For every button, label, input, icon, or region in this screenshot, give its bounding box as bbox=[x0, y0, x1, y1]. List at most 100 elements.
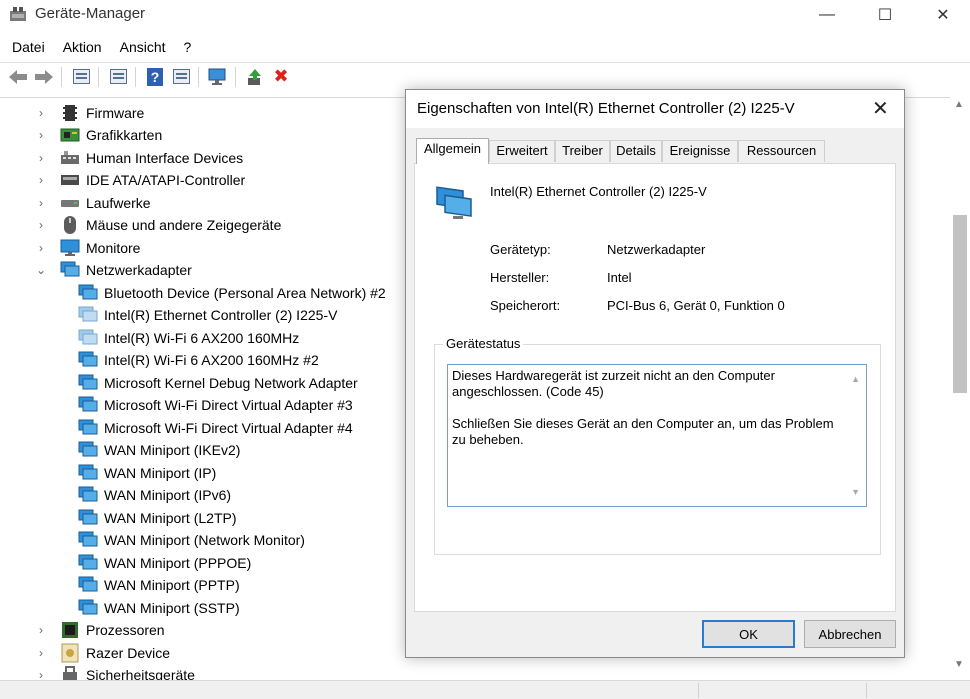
chevron-right-icon[interactable]: › bbox=[34, 646, 48, 660]
chevron-right-icon[interactable]: › bbox=[34, 218, 48, 232]
dialog-title-bar: Eigenschaften von Intel(R) Ethernet Cont… bbox=[406, 90, 904, 128]
tree-device-item[interactable]: Intel(R) Wi-Fi 6 AX200 160MHz bbox=[78, 327, 299, 349]
properties-view-icon bbox=[72, 69, 90, 84]
network-device-icon bbox=[78, 396, 98, 414]
menu-help[interactable]: ? bbox=[175, 36, 201, 58]
enable-device-button[interactable] bbox=[244, 67, 266, 87]
device-type-label: Gerätetyp: bbox=[490, 242, 551, 257]
tree-category-drives[interactable]: › Laufwerke bbox=[34, 192, 151, 214]
drive-icon bbox=[60, 194, 80, 212]
device-status-textbox[interactable]: Dieses Hardwaregerät ist zurzeit nicht a… bbox=[447, 364, 867, 507]
device-manager-window: Geräte-Manager — ☐ ✕ Datei Aktion Ansich… bbox=[0, 0, 970, 699]
tree-category-ide[interactable]: › IDE ATA/ATAPI-Controller bbox=[34, 169, 245, 191]
tab-general[interactable]: Allgemein bbox=[416, 138, 489, 164]
hid-icon bbox=[60, 149, 80, 167]
chevron-right-icon[interactable]: › bbox=[34, 106, 48, 120]
tree-device-item[interactable]: WAN Miniport (IKEv2) bbox=[78, 439, 240, 461]
tree-device-item[interactable]: WAN Miniport (SSTP) bbox=[78, 597, 240, 619]
ok-button[interactable]: OK bbox=[702, 620, 795, 648]
tree-category-mice[interactable]: › Mäuse und andere Zeigegeräte bbox=[34, 214, 281, 236]
tree-device-item[interactable]: Bluetooth Device (Personal Area Network)… bbox=[78, 282, 386, 304]
tree-device-item[interactable]: WAN Miniport (IPv6) bbox=[78, 484, 231, 506]
menu-view[interactable]: Ansicht bbox=[111, 36, 175, 58]
textbox-scroll-up-icon[interactable]: ▲ bbox=[851, 371, 860, 387]
chevron-right-icon[interactable]: › bbox=[34, 151, 48, 165]
tree-category-monitors[interactable]: › Monitore bbox=[34, 237, 140, 259]
uninstall-device-button[interactable]: ✖ bbox=[270, 66, 292, 87]
title-bar: Geräte-Manager — ☐ ✕ bbox=[0, 0, 970, 30]
processor-icon bbox=[60, 621, 80, 639]
chevron-right-icon[interactable]: › bbox=[34, 668, 48, 680]
tree-category-label: Sicherheitsgeräte bbox=[86, 667, 195, 680]
general-tab-panel: Intel(R) Ethernet Controller (2) I225-V … bbox=[414, 163, 896, 612]
chevron-right-icon[interactable]: › bbox=[34, 128, 48, 142]
tree-device-item[interactable]: Microsoft Kernel Debug Network Adapter bbox=[78, 372, 358, 394]
chevron-right-icon[interactable]: › bbox=[34, 196, 48, 210]
chevron-right-icon[interactable]: › bbox=[34, 173, 48, 187]
dialog-close-button[interactable]: ✕ bbox=[872, 96, 889, 121]
tree-category-processors[interactable]: › Prozessoren bbox=[34, 619, 165, 641]
scroll-up-icon[interactable]: ▲ bbox=[954, 99, 964, 110]
tab-details[interactable]: Details bbox=[610, 140, 662, 162]
location-value: PCI-Bus 6, Gerät 0, Funktion 0 bbox=[607, 298, 785, 313]
chevron-down-icon[interactable]: ⌄ bbox=[34, 263, 48, 277]
show-hide-console-tree-button[interactable] bbox=[70, 67, 92, 87]
close-button[interactable]: ✕ bbox=[920, 0, 966, 30]
tab-driver[interactable]: Treiber bbox=[555, 140, 610, 162]
tree-device-item[interactable]: WAN Miniport (PPPOE) bbox=[78, 552, 251, 574]
device-type-value: Netzwerkadapter bbox=[607, 242, 706, 257]
maximize-button[interactable]: ☐ bbox=[862, 0, 908, 30]
tree-device-item[interactable]: WAN Miniport (L2TP) bbox=[78, 507, 237, 529]
tree-device-label: WAN Miniport (L2TP) bbox=[104, 510, 237, 526]
tree-category-hid[interactable]: › Human Interface Devices bbox=[34, 147, 243, 169]
properties-button[interactable] bbox=[107, 67, 129, 87]
chevron-right-icon[interactable]: › bbox=[34, 241, 48, 255]
scroll-down-icon[interactable]: ▼ bbox=[954, 659, 964, 670]
minimize-button[interactable]: — bbox=[804, 0, 850, 30]
forward-button[interactable] bbox=[33, 67, 55, 87]
tree-device-item[interactable]: Intel(R) Ethernet Controller (2) I225-V bbox=[78, 304, 337, 326]
status-separator bbox=[698, 683, 699, 698]
tree-device-item[interactable]: WAN Miniport (IP) bbox=[78, 462, 216, 484]
manufacturer-label: Hersteller: bbox=[490, 270, 550, 285]
network-device-icon bbox=[78, 576, 98, 594]
tree-category-graphics[interactable]: › Grafikkarten bbox=[34, 124, 162, 146]
scan-hardware-icon bbox=[208, 68, 226, 85]
cancel-button[interactable]: Abbrechen bbox=[804, 620, 896, 648]
tree-category-razer[interactable]: › Razer Device bbox=[34, 642, 170, 664]
tree-device-label: Microsoft Kernel Debug Network Adapter bbox=[104, 375, 358, 391]
tab-advanced[interactable]: Erweitert bbox=[489, 140, 555, 162]
update-driver-icon bbox=[172, 69, 190, 84]
help-button[interactable]: ? bbox=[144, 67, 166, 87]
tree-vertical-scrollbar[interactable]: ▲ ▼ bbox=[950, 97, 970, 680]
menu-file[interactable]: Datei bbox=[0, 36, 54, 58]
tree-category-security[interactable]: › Sicherheitsgeräte bbox=[34, 664, 195, 680]
chevron-right-icon[interactable]: › bbox=[34, 623, 48, 637]
menu-action[interactable]: Aktion bbox=[54, 36, 111, 58]
update-driver-button[interactable] bbox=[170, 67, 192, 87]
tree-category-label: Prozessoren bbox=[86, 622, 165, 638]
security-device-icon bbox=[60, 666, 80, 680]
menu-bar: Datei Aktion Ansicht ? bbox=[0, 36, 200, 58]
scan-hardware-button[interactable] bbox=[207, 67, 229, 87]
network-adapter-large-icon bbox=[436, 186, 472, 219]
tree-device-item[interactable]: Intel(R) Wi-Fi 6 AX200 160MHz #2 bbox=[78, 349, 319, 371]
tab-resources[interactable]: Ressourcen bbox=[738, 140, 825, 162]
network-device-icon bbox=[78, 464, 98, 482]
tree-category-network-adapters[interactable]: ⌄ Netzwerkadapter bbox=[34, 259, 192, 281]
tree-device-item[interactable]: Microsoft Wi-Fi Direct Virtual Adapter #… bbox=[78, 394, 353, 416]
tree-category-label: Laufwerke bbox=[86, 195, 151, 211]
network-device-disconnected-icon bbox=[78, 329, 98, 347]
tree-device-label: WAN Miniport (SSTP) bbox=[104, 600, 240, 616]
textbox-scroll-down-icon[interactable]: ▼ bbox=[851, 484, 860, 500]
firmware-icon bbox=[60, 104, 80, 122]
tree-category-label: IDE ATA/ATAPI-Controller bbox=[86, 172, 246, 188]
tree-device-item[interactable]: WAN Miniport (Network Monitor) bbox=[78, 529, 305, 551]
tree-device-item[interactable]: WAN Miniport (PPTP) bbox=[78, 574, 240, 596]
tab-events[interactable]: Ereignisse bbox=[662, 140, 738, 162]
scrollbar-thumb[interactable] bbox=[953, 215, 967, 393]
back-button[interactable] bbox=[7, 67, 29, 87]
ide-controller-icon bbox=[60, 171, 80, 189]
tree-device-item[interactable]: Microsoft Wi-Fi Direct Virtual Adapter #… bbox=[78, 417, 353, 439]
tree-category-firmware[interactable]: › Firmware bbox=[34, 102, 144, 124]
